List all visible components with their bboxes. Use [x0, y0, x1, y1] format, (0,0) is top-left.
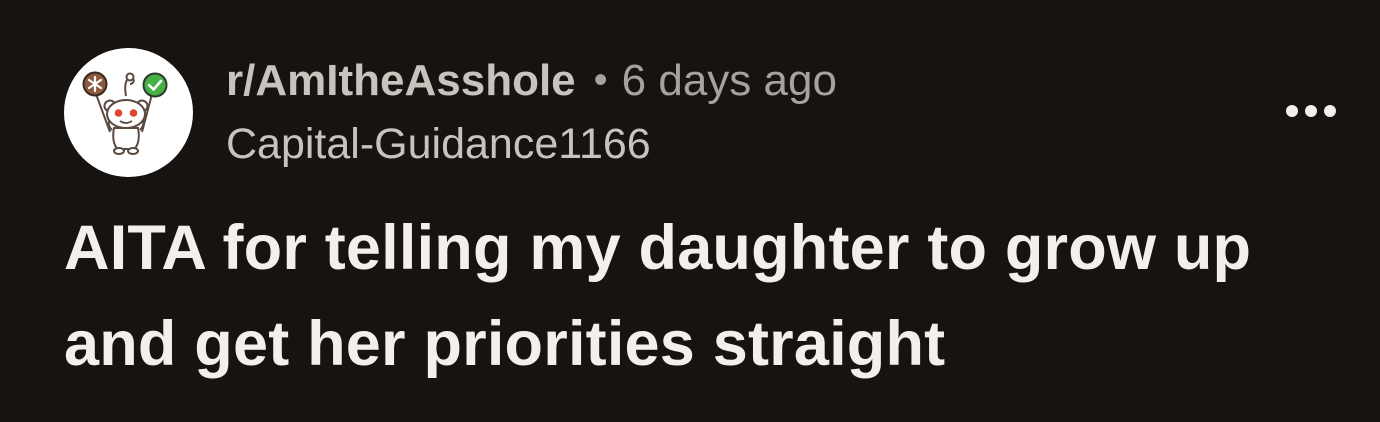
meta-separator: • — [593, 58, 608, 102]
more-options-button[interactable] — [1276, 90, 1346, 132]
ellipsis-horizontal-icon — [1324, 105, 1336, 117]
post-timestamp: 6 days ago — [621, 56, 837, 105]
post-meta-line: r/AmItheAsshole • 6 days ago — [226, 56, 837, 110]
author-username[interactable]: Capital-Guidance1166 — [226, 120, 837, 169]
reddit-snoo-holding-balloons-icon — [82, 71, 168, 155]
post-meta: r/AmItheAsshole • 6 days ago Capital-Gui… — [226, 56, 837, 169]
asterisk-balloon-icon — [82, 71, 108, 97]
ellipsis-horizontal-icon — [1286, 105, 1298, 117]
ellipsis-horizontal-icon — [1305, 105, 1317, 117]
post-title[interactable]: AITA for telling my daughter to grow up … — [64, 200, 1354, 392]
subreddit-name[interactable]: r/AmItheAsshole — [226, 56, 576, 106]
post-header: r/AmItheAsshole • 6 days ago Capital-Gui… — [0, 0, 1380, 190]
subreddit-avatar[interactable] — [64, 48, 193, 177]
checkmark-balloon-icon — [142, 72, 168, 98]
